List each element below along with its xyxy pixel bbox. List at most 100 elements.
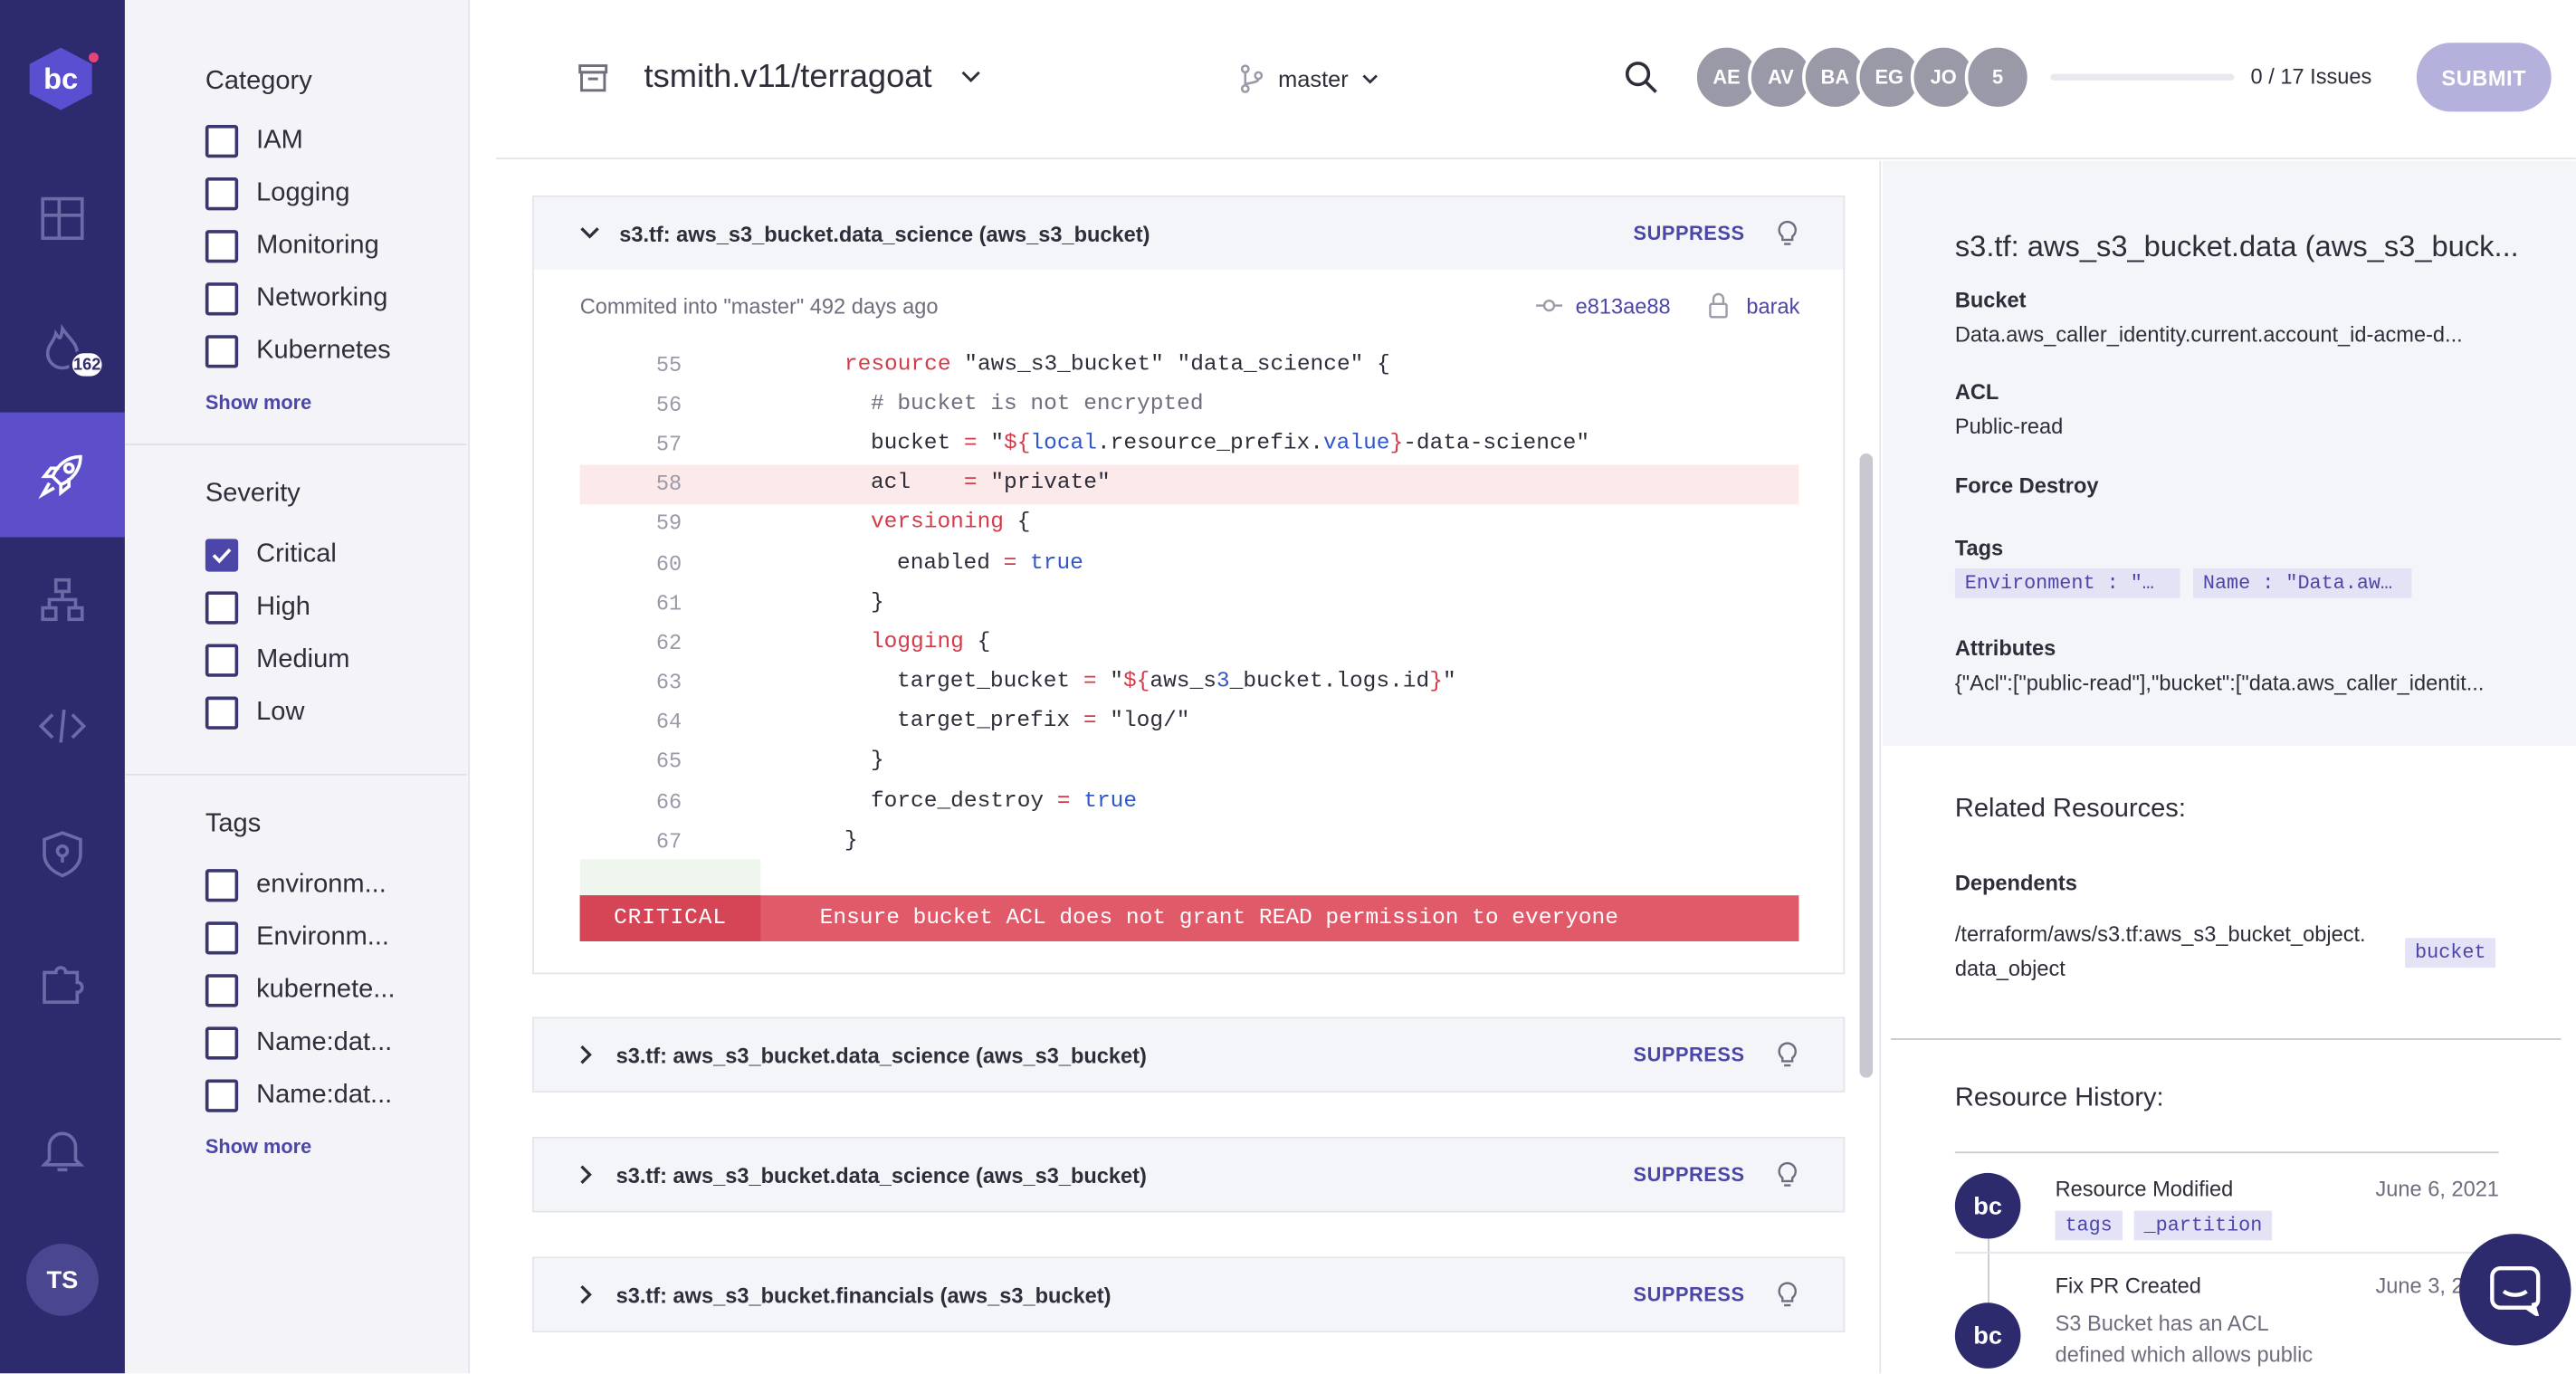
tag-option[interactable]: environm... [205,867,386,903]
commit-hash[interactable]: e813ae88 [1576,294,1671,319]
checkbox[interactable] [205,591,239,625]
submit-button[interactable]: SUBMIT [2416,43,2552,112]
checkbox[interactable] [205,869,239,902]
violation-message: Ensure bucket ACL does not grant READ pe… [819,905,1618,931]
shield-icon[interactable] [0,792,125,917]
suppress-button[interactable]: SUPPRESS [1634,222,1745,244]
category-show-more[interactable]: Show more [205,391,311,414]
dependent-path[interactable]: /terraform/aws/s3.tf:aws_s3_bucket_objec… [1955,921,2366,946]
svg-text:bc: bc [43,62,78,95]
attributes-value: {"Acl":["public-read"],"bucket":["data.a… [1954,670,2485,695]
severity-option-medium[interactable]: Medium [205,643,349,679]
checkbox[interactable] [205,696,239,730]
scrollbar[interactable] [1859,453,1874,1078]
card-header[interactable]: s3.tf: aws_s3_bucket.financials (aws_s3_… [533,1258,1844,1331]
code-line: 62 logging { [655,630,991,656]
dependent-path-cont[interactable]: data_object [1955,956,2066,980]
branch-selector[interactable]: master [1239,64,1379,94]
chevron-down-icon[interactable] [580,226,600,240]
lightbulb-icon[interactable] [1778,220,1798,246]
flame-icon[interactable] [0,284,125,409]
tag-option[interactable]: kubernete... [205,972,396,1008]
network-icon[interactable] [0,538,125,663]
category-heading: Category [205,67,312,96]
search-icon[interactable] [1625,61,1657,93]
lightbulb-icon[interactable] [1778,1161,1798,1188]
avatar-more-count[interactable]: 5 [1964,44,2031,110]
acl-value: Public-read [1954,414,2064,439]
code-line: 64 target_prefix = "log/" [655,710,1190,735]
checkbox[interactable] [205,124,239,158]
code-block: 55 resource "aws_s3_bucket" "data_science… [579,345,1799,862]
checkbox[interactable] [205,335,239,368]
dependent-tag: bucket [2405,938,2496,968]
violation-card[interactable]: s3.tf: aws_s3_bucket.data_science (aws_s… [532,1016,1846,1093]
commit-author[interactable]: barak [1746,294,1799,319]
divider [124,773,467,776]
checkbox[interactable] [205,921,239,955]
resource-tag: Environment : "… [1954,568,2180,598]
suppress-button[interactable]: SUPPRESS [1634,1283,1745,1306]
bell-icon[interactable] [0,1088,125,1213]
checkbox[interactable] [205,282,239,316]
violation-banner: CRITICAL Ensure bucket ACL does not gran… [579,895,1799,941]
checkbox[interactable] [205,1079,239,1112]
severity-option-critical[interactable]: Critical [205,538,337,574]
tag-option[interactable]: Name:dat... [205,1026,392,1062]
category-option-kubernetes[interactable]: Kubernetes [205,333,391,369]
commit-info: Commited into "master" 492 days ago [579,293,939,320]
category-option-logging[interactable]: Logging [205,176,350,212]
card-title: s3.tf: aws_s3_bucket.data_science (aws_s… [619,221,1150,246]
category-option-iam[interactable]: IAM [205,123,303,159]
line-marker [579,859,761,896]
category-option-networking[interactable]: Networking [205,281,387,317]
chevron-right-icon[interactable] [580,1284,594,1304]
chat-launcher-button[interactable] [2459,1234,2571,1346]
category-option-monitoring[interactable]: Monitoring [205,228,379,264]
acl-label: ACL [1954,379,1999,405]
checkbox[interactable] [205,230,239,263]
divider [1954,1252,2499,1254]
checkbox[interactable] [205,974,239,1007]
code-line: 66 force_destroy = true [655,789,1138,815]
commit-icon [1536,299,1563,312]
suppress-button[interactable]: SUPPRESS [1634,1163,1745,1186]
lightbulb-icon[interactable] [1778,1282,1798,1308]
user-avatar[interactable]: TS [26,1243,99,1316]
card-title: s3.tf: aws_s3_bucket.data_science (aws_s… [615,1042,1147,1067]
code-icon[interactable] [0,663,125,788]
chevron-right-icon[interactable] [580,1165,594,1185]
dependents-label: Dependents [1954,870,2077,896]
left-nav: bc 162 TS [0,0,125,1374]
suppress-button[interactable]: SUPPRESS [1634,1044,1745,1066]
checkbox[interactable] [205,644,239,677]
code-line: 60 enabled = true [655,550,1083,577]
code-line: 56 # bucket is not encrypted [655,392,1204,417]
issues-count-badge: 162 [69,349,106,380]
chevron-right-icon[interactable] [580,1045,594,1064]
repository-name[interactable]: tsmith.v11/terragoat [644,59,931,97]
card-header[interactable]: s3.tf: aws_s3_bucket.data_science (aws_s… [533,196,1844,270]
tags-show-more[interactable]: Show more [205,1135,311,1158]
bridgecrew-logo[interactable]: bc [23,44,99,110]
history-date: June 6, 2021 [2375,1176,2499,1201]
violation-card[interactable]: s3.tf: aws_s3_bucket.data_science (aws_s… [532,1136,1846,1213]
chevron-down-icon[interactable] [961,71,981,84]
lightbulb-icon[interactable] [1778,1042,1798,1068]
checkbox-checked[interactable] [205,539,239,572]
severity-option-low[interactable]: Low [205,695,304,731]
tag-option[interactable]: Environm... [205,920,389,956]
dashboard-icon[interactable] [0,156,125,281]
card-header[interactable]: s3.tf: aws_s3_bucket.data_science (aws_s… [533,1138,1844,1211]
rocket-icon[interactable] [0,412,125,538]
checkbox[interactable] [205,177,239,211]
severity-option-high[interactable]: High [205,590,310,626]
violation-card-expanded: s3.tf: aws_s3_bucket.data_science (aws_s… [532,195,1846,975]
violation-card[interactable]: s3.tf: aws_s3_bucket.financials (aws_s3_… [532,1256,1846,1332]
puzzle-icon[interactable] [0,920,125,1045]
attributes-label: Attributes [1954,635,2056,661]
repository-icon [578,64,608,92]
card-header[interactable]: s3.tf: aws_s3_bucket.data_science (aws_s… [533,1018,1844,1092]
checkbox[interactable] [205,1026,239,1060]
tag-option[interactable]: Name:dat... [205,1078,392,1114]
